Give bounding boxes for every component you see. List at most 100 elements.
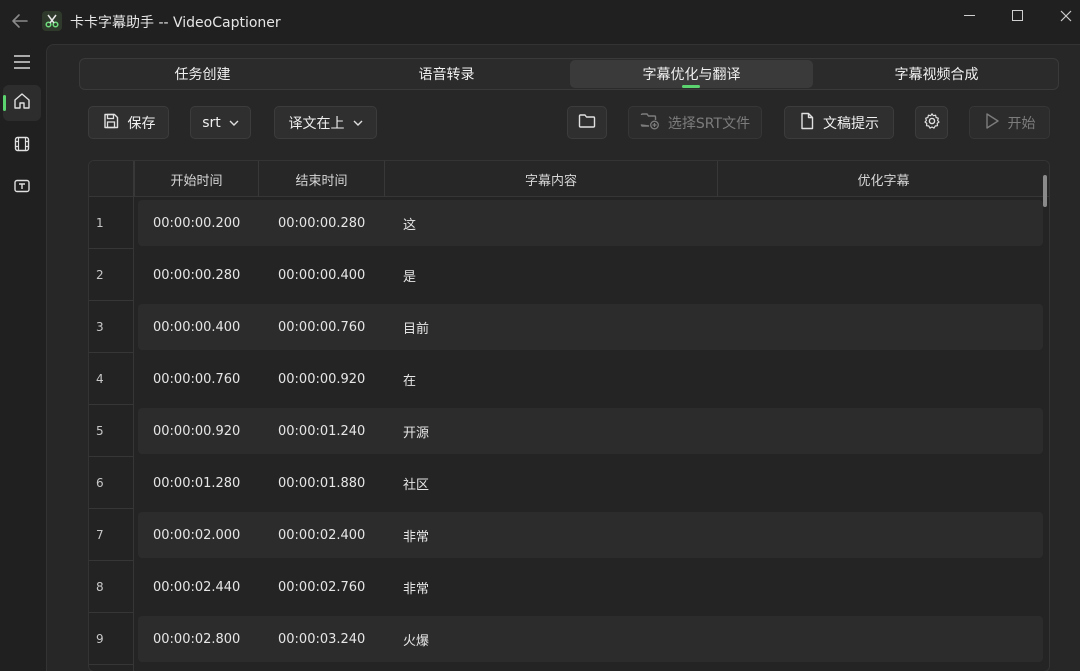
close-icon[interactable] [1042, 2, 1080, 30]
settings-button[interactable] [915, 106, 948, 139]
save-label: 保存 [127, 115, 156, 132]
cell-end[interactable]: 00:00:01.240 [278, 408, 365, 454]
cell-end[interactable]: 00:00:00.920 [278, 356, 365, 402]
table-row[interactable]: 00:00:00.280 00:00:00.400 是 [138, 252, 1043, 298]
cell-end[interactable]: 00:00:00.280 [278, 200, 365, 246]
play-icon [984, 112, 1000, 134]
column-header-content[interactable]: 字幕内容 [384, 161, 717, 197]
table-row[interactable]: 00:00:00.200 00:00:00.280 这 [138, 200, 1043, 246]
cell-content[interactable]: 目前 [403, 304, 429, 350]
layout-value: 译文在上 [288, 115, 345, 132]
row-index[interactable]: 8 [89, 561, 134, 613]
cell-start[interactable]: 00:00:02.000 [153, 512, 240, 558]
tab-video-synthesis[interactable]: 字幕视频合成 [815, 60, 1058, 88]
open-folder-button[interactable] [567, 106, 607, 139]
text-box-icon [13, 177, 31, 199]
cell-start[interactable]: 00:00:00.760 [153, 356, 240, 402]
tab-optimize-translate[interactable]: 字幕优化与翻译 [570, 60, 813, 88]
document-prompt-button[interactable]: 文稿提示 [784, 106, 894, 139]
row-index[interactable]: 3 [89, 301, 134, 353]
cell-content[interactable]: 火爆 [403, 616, 429, 662]
start-label: 开始 [1007, 115, 1036, 132]
cell-end[interactable]: 00:00:02.760 [278, 564, 365, 610]
layout-select[interactable]: 译文在上 [274, 106, 377, 139]
gear-icon [923, 112, 941, 134]
cell-content[interactable]: 开源 [403, 408, 429, 454]
document-prompt-label: 文稿提示 [823, 115, 879, 132]
table-row[interactable]: 00:00:01.280 00:00:01.880 社区 [138, 460, 1043, 506]
cell-end[interactable]: 00:00:00.760 [278, 304, 365, 350]
tab-label: 字幕优化与翻译 [642, 67, 741, 83]
cell-end[interactable]: 00:00:03.240 [278, 616, 365, 662]
folder-icon [578, 113, 596, 133]
cell-end[interactable]: 00:00:01.880 [278, 460, 365, 506]
scissors-icon [42, 11, 62, 31]
column-header-end[interactable]: 结束时间 [258, 161, 384, 197]
row-index[interactable]: 6 [89, 457, 134, 509]
row-index[interactable]: 1 [89, 197, 134, 249]
column-header-optimized[interactable]: 优化字幕 [717, 161, 1049, 197]
maximize-icon[interactable] [994, 2, 1042, 30]
chevron-down-icon [229, 115, 239, 131]
format-select[interactable]: srt [190, 106, 251, 139]
row-index-header [89, 161, 134, 197]
sidebar-item-video[interactable] [3, 128, 41, 164]
minimize-icon[interactable] [946, 2, 994, 30]
title-bar: 卡卡字幕助手 -- VideoCaptioner [0, 0, 1080, 44]
cell-start[interactable]: 00:00:01.280 [153, 460, 240, 506]
save-button[interactable]: 保存 [88, 106, 169, 139]
tab-transcribe[interactable]: 语音转录 [325, 60, 568, 88]
tab-task-create[interactable]: 任务创建 [81, 60, 324, 88]
row-index[interactable]: 2 [89, 249, 134, 301]
subtitle-table: 开始时间 结束时间 字幕内容 优化字幕 1 2 3 4 5 6 7 8 9 00… [88, 160, 1050, 671]
table-row[interactable]: 00:00:02.800 00:00:03.240 火爆 [138, 616, 1043, 662]
cell-content[interactable]: 非常 [403, 512, 429, 558]
row-index[interactable]: 9 [89, 613, 134, 665]
cell-content[interactable]: 非常 [403, 564, 429, 610]
cell-start[interactable]: 00:00:00.200 [153, 200, 240, 246]
home-icon [13, 92, 31, 114]
cell-start[interactable]: 00:00:02.800 [153, 616, 240, 662]
row-index[interactable]: 4 [89, 353, 134, 405]
menu-icon[interactable] [3, 44, 41, 80]
table-row[interactable]: 00:00:02.000 00:00:02.400 非常 [138, 512, 1043, 558]
cell-start[interactable]: 00:00:00.920 [153, 408, 240, 454]
cell-content[interactable]: 在 [403, 356, 416, 402]
format-value: srt [202, 114, 221, 131]
main-panel: 任务创建 语音转录 字幕优化与翻译 字幕视频合成 保存 srt 译文在上 选择S… [46, 44, 1080, 671]
sidebar [0, 44, 46, 671]
folder-add-icon [640, 112, 660, 134]
save-icon [102, 112, 120, 134]
film-icon [13, 135, 31, 157]
row-index-column: 1 2 3 4 5 6 7 8 9 [89, 197, 134, 671]
column-header-start[interactable]: 开始时间 [134, 161, 258, 197]
document-icon [799, 112, 815, 134]
cell-content[interactable]: 这 [403, 200, 416, 246]
start-button[interactable]: 开始 [969, 106, 1050, 139]
row-index[interactable]: 5 [89, 405, 134, 457]
active-indicator [3, 95, 6, 111]
cell-end[interactable]: 00:00:02.400 [278, 512, 365, 558]
table-row[interactable]: 00:00:00.400 00:00:00.760 目前 [138, 304, 1043, 350]
select-srt-label: 选择SRT文件 [667, 115, 751, 132]
tab-bar: 任务创建 语音转录 字幕优化与翻译 字幕视频合成 [79, 58, 1059, 90]
table-row[interactable]: 00:00:02.440 00:00:02.760 非常 [138, 564, 1043, 610]
sidebar-item-home[interactable] [3, 85, 41, 121]
table-header: 开始时间 结束时间 字幕内容 优化字幕 [89, 161, 1049, 197]
table-row[interactable]: 00:00:00.760 00:00:00.920 在 [138, 356, 1043, 402]
sidebar-item-text[interactable] [3, 170, 41, 206]
row-index[interactable]: 7 [89, 509, 134, 561]
table-row[interactable]: 00:00:00.920 00:00:01.240 开源 [138, 408, 1043, 454]
window-title: 卡卡字幕助手 -- VideoCaptioner [70, 15, 281, 31]
cell-start[interactable]: 00:00:02.440 [153, 564, 240, 610]
cell-start[interactable]: 00:00:00.280 [153, 252, 240, 298]
cell-start[interactable]: 00:00:00.400 [153, 304, 240, 350]
arrow-left-icon[interactable] [8, 10, 32, 32]
cell-content[interactable]: 是 [403, 252, 416, 298]
cell-end[interactable]: 00:00:00.400 [278, 252, 365, 298]
select-srt-button[interactable]: 选择SRT文件 [628, 106, 762, 139]
tab-active-indicator [682, 85, 700, 88]
vertical-scrollbar[interactable] [1043, 175, 1047, 207]
chevron-down-icon [353, 115, 363, 131]
cell-content[interactable]: 社区 [403, 460, 429, 506]
